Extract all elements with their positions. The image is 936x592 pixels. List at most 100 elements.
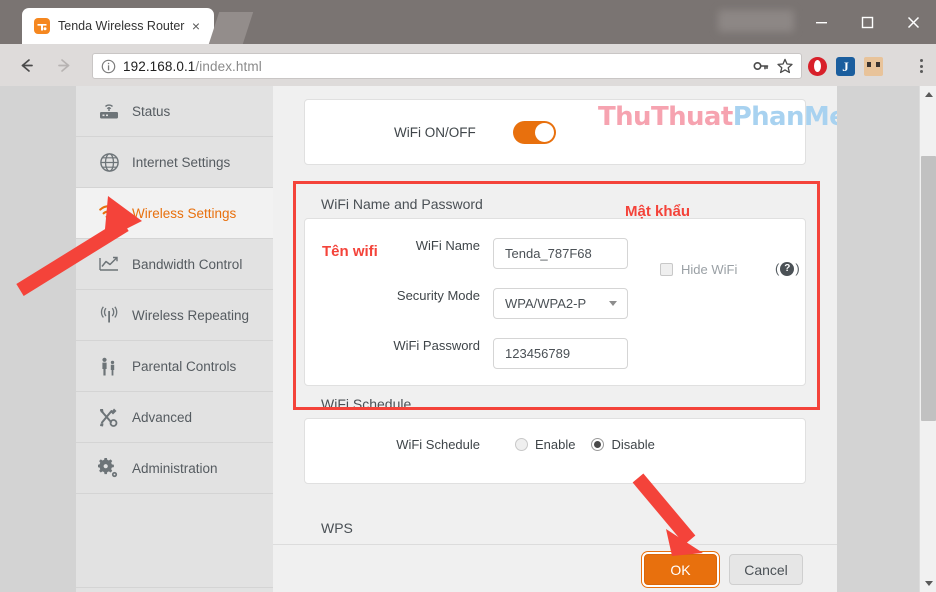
page-scrollbar[interactable]: [919, 86, 936, 592]
wifi-password-value: 123456789: [505, 345, 571, 361]
watermark-part1: ThuThuat: [598, 102, 733, 132]
url-path: /index.html: [195, 58, 262, 74]
help-paren-close: ): [795, 261, 800, 276]
sidebar-item-label: Wireless Repeating: [132, 307, 250, 323]
tools-icon: [96, 404, 122, 430]
security-mode-label-wrap: Security Mode: [305, 288, 493, 318]
sidebar-item-wireless-repeating[interactable]: Wireless Repeating: [76, 290, 273, 341]
section-title-schedule: WiFi Schedule: [321, 396, 412, 412]
chevron-down-icon: [609, 300, 617, 306]
window-controls: [798, 0, 936, 44]
sidebar-item-label: Parental Controls: [132, 358, 237, 374]
wifi-onoff-toggle[interactable]: [513, 120, 556, 144]
section-title-name-password: WiFi Name and Password: [321, 196, 483, 212]
router-icon: [96, 98, 122, 124]
ok-button[interactable]: OK: [644, 554, 717, 585]
minimize-icon[interactable]: [798, 0, 844, 44]
wifi-name-input[interactable]: Tenda_787F68: [493, 237, 628, 269]
radio-disable[interactable]: Disable: [591, 437, 655, 452]
browser-titlebar: Tenda Wireless Router ×: [0, 0, 936, 44]
radio-disable-label: Disable: [611, 437, 655, 452]
robot-extension-icon[interactable]: [864, 56, 883, 76]
password-key-icon[interactable]: [752, 57, 770, 75]
hide-wifi-checkbox[interactable]: [660, 263, 673, 276]
sidebar-item-wireless-settings[interactable]: Wireless Settings: [76, 188, 273, 239]
security-mode-select[interactable]: WPA/WPA2-P: [493, 287, 628, 319]
cancel-button[interactable]: Cancel: [729, 554, 803, 585]
new-tab-button[interactable]: [208, 12, 254, 44]
wifi-onoff-label: WiFi ON/OFF: [394, 124, 476, 140]
sidebar-item-status[interactable]: Status: [76, 86, 273, 137]
sidebar-item-label: Bandwidth Control: [132, 256, 243, 272]
wifi-password-row: WiFi Password 123456789: [305, 337, 807, 369]
url-host: 192.168.0.1: [123, 58, 196, 74]
sidebar-item-advanced[interactable]: Advanced: [76, 392, 273, 443]
scroll-up-icon[interactable]: [920, 86, 936, 103]
hide-wifi-option[interactable]: Hide WiFi: [660, 262, 737, 277]
toggle-knob: [535, 122, 554, 142]
radio-disable-input[interactable]: [591, 438, 605, 451]
sidebar-spacer: [76, 494, 273, 588]
footer-bar: OK Cancel: [273, 545, 837, 592]
page-info-icon[interactable]: [101, 59, 116, 74]
blue-j-extension-icon[interactable]: J: [836, 56, 855, 76]
forward-arrow-icon: [48, 49, 80, 81]
tab-close-icon[interactable]: ×: [188, 18, 204, 34]
wifi-name-label: WiFi Name: [415, 238, 480, 253]
page-viewport: Status Internet Settings Wireless Settin…: [0, 86, 936, 592]
security-mode-row: Security Mode WPA/WPA2-P: [305, 287, 807, 319]
radio-enable-label: Enable: [535, 437, 576, 452]
chart-line-icon: [96, 251, 122, 277]
security-mode-value: WPA/WPA2-P: [505, 295, 587, 311]
browser-window: Tenda Wireless Router × 192.168.0.1/inde…: [0, 0, 936, 592]
sidebar-item-administration[interactable]: Administration: [76, 443, 273, 494]
sidebar-item-label: Status: [132, 103, 171, 119]
globe-icon: [96, 149, 122, 175]
page-right-gutter: [837, 86, 919, 592]
tab-title: Tenda Wireless Router: [58, 19, 185, 33]
browser-tab[interactable]: Tenda Wireless Router ×: [22, 8, 214, 44]
parent-child-icon: [96, 353, 122, 379]
wifi-schedule-radio-group: Enable Disable: [515, 437, 655, 452]
wifi-schedule-label: WiFi Schedule: [396, 437, 480, 452]
redacted-region: [718, 10, 794, 32]
wifi-password-input[interactable]: 123456789: [493, 337, 628, 369]
hide-wifi-label: Hide WiFi: [681, 262, 738, 277]
gear-icon: [96, 455, 122, 481]
help-question-mark: ?: [780, 261, 795, 276]
radio-enable[interactable]: Enable: [515, 437, 575, 452]
tenda-favicon: [34, 18, 50, 34]
maximize-icon[interactable]: [844, 0, 890, 44]
wifi-name-value: Tenda_787F68: [505, 245, 592, 261]
sidebar-item-parental-controls[interactable]: Parental Controls: [76, 341, 273, 392]
watermark: ThuThuatPhanMem.vn: [598, 102, 837, 132]
address-bar-url: 192.168.0.1/index.html: [123, 59, 262, 74]
sidebar-item-label: Internet Settings: [132, 154, 231, 170]
wifi-schedule-card: WiFi Schedule Enable Disable: [304, 418, 806, 484]
close-icon[interactable]: [890, 0, 936, 44]
address-bar[interactable]: 192.168.0.1/index.html: [92, 53, 802, 79]
bookmark-star-icon[interactable]: [776, 57, 794, 75]
wifi-name-label-wrap: Tên wifi WiFi Name: [305, 238, 493, 268]
wifi-password-label: WiFi Password: [393, 338, 480, 353]
back-arrow-icon[interactable]: [10, 49, 42, 81]
three-dot-menu-icon[interactable]: [912, 53, 930, 79]
help-icon[interactable]: ( ? ): [775, 261, 800, 276]
help-paren-open: (: [775, 261, 780, 276]
page-left-gutter: [0, 86, 76, 592]
wifi-password-label-wrap: WiFi Password: [305, 338, 493, 368]
scrollbar-thumb[interactable]: [921, 156, 936, 421]
settings-content: WiFi ON/OFF ThuThuatPhanMem.vn WiFi Name…: [273, 86, 837, 592]
opera-extension-icon[interactable]: [808, 56, 827, 76]
sidebar-social-links: [76, 588, 273, 592]
sidebar-item-internet-settings[interactable]: Internet Settings: [76, 137, 273, 188]
sidebar-item-bandwidth-control[interactable]: Bandwidth Control: [76, 239, 273, 290]
annotation-mat-khau: Mật khẩu: [625, 203, 691, 220]
extension-icons: J: [808, 53, 883, 79]
security-mode-label: Security Mode: [396, 288, 480, 303]
wifi-icon: [96, 200, 122, 226]
sidebar-item-label: Advanced: [132, 409, 193, 425]
radio-enable-input[interactable]: [515, 438, 528, 451]
wifi-name-password-card: Tên wifi WiFi Name Tenda_787F68 Hide WiF…: [304, 218, 806, 386]
scroll-down-icon[interactable]: [920, 575, 936, 592]
